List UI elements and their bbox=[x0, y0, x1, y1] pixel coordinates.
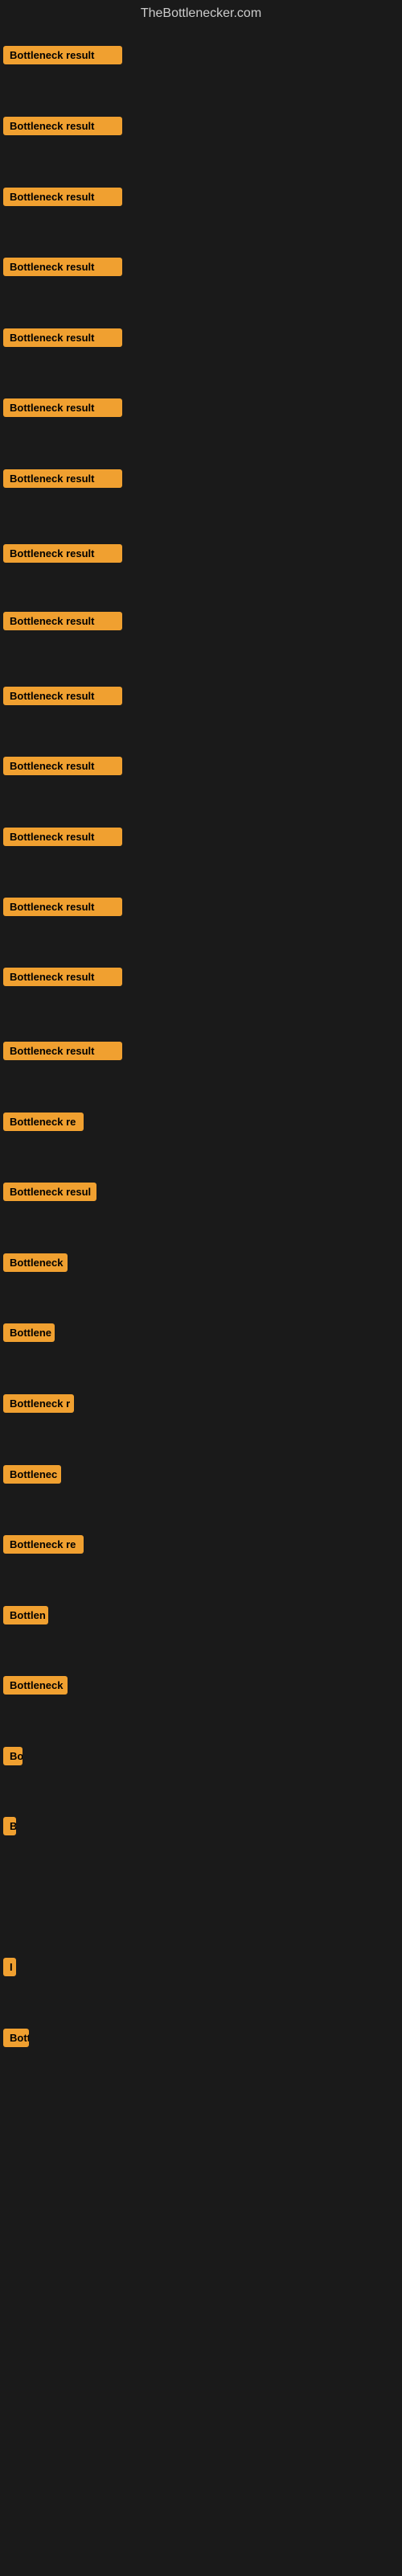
bottleneck-badge[interactable]: Bottlen bbox=[3, 1606, 48, 1624]
list-item: Bott bbox=[3, 2029, 29, 2051]
list-item: Bottleneck result bbox=[3, 898, 122, 920]
list-item: Bottleneck result bbox=[3, 188, 122, 210]
list-item: Bottleneck result bbox=[3, 687, 122, 709]
bottleneck-badge[interactable]: Bottlene bbox=[3, 1323, 55, 1342]
list-item: Bottleneck result bbox=[3, 258, 122, 280]
bottleneck-badge[interactable]: Bottleneck result bbox=[3, 188, 122, 206]
bottleneck-badge[interactable]: Bottleneck resul bbox=[3, 1183, 96, 1201]
bottleneck-badge[interactable]: Bottleneck bbox=[3, 1253, 68, 1272]
list-item: I bbox=[3, 1958, 16, 1980]
bottleneck-badge[interactable]: Bottlenec bbox=[3, 1465, 61, 1484]
bottleneck-badge[interactable]: Bottleneck result bbox=[3, 258, 122, 276]
list-item: Bottleneck resul bbox=[3, 1183, 96, 1205]
bottleneck-badge[interactable]: Bottleneck result bbox=[3, 117, 122, 135]
list-item: Bottleneck result bbox=[3, 469, 122, 492]
list-item: Bottleneck result bbox=[3, 968, 122, 990]
list-item: Bottleneck result bbox=[3, 544, 122, 567]
bottleneck-badge[interactable]: Bottleneck result bbox=[3, 328, 122, 347]
bottleneck-badge[interactable]: Bottleneck result bbox=[3, 46, 122, 64]
bottleneck-badge[interactable]: Bottleneck r bbox=[3, 1394, 74, 1413]
list-item: Bottleneck bbox=[3, 1676, 68, 1699]
list-item: Bottleneck result bbox=[3, 46, 122, 68]
list-item: Bo bbox=[3, 1747, 23, 1769]
bottleneck-badge[interactable]: Bo bbox=[3, 1747, 23, 1765]
bottleneck-badge[interactable]: Bottleneck result bbox=[3, 898, 122, 916]
bottleneck-badge[interactable]: I bbox=[3, 1958, 16, 1976]
bottleneck-badge[interactable]: Bottleneck result bbox=[3, 544, 122, 563]
list-item: Bottleneck result bbox=[3, 117, 122, 139]
bottleneck-badge[interactable]: B bbox=[3, 1817, 16, 1835]
bottleneck-badge[interactable]: Bottleneck bbox=[3, 1676, 68, 1695]
bottleneck-badge[interactable]: Bottleneck result bbox=[3, 1042, 122, 1060]
site-title: TheBottlenecker.com bbox=[0, 0, 402, 27]
bottleneck-badge[interactable]: Bottleneck result bbox=[3, 398, 122, 417]
list-item: B bbox=[3, 1817, 16, 1839]
list-item: Bottleneck result bbox=[3, 612, 122, 634]
list-item: Bottleneck result bbox=[3, 757, 122, 779]
list-item: Bottleneck re bbox=[3, 1535, 84, 1558]
bottleneck-badge[interactable]: Bottleneck result bbox=[3, 968, 122, 986]
list-item: Bottleneck re bbox=[3, 1113, 84, 1135]
list-item: Bottleneck result bbox=[3, 398, 122, 421]
bottleneck-badge[interactable]: Bottleneck result bbox=[3, 612, 122, 630]
bottleneck-badge[interactable]: Bottleneck re bbox=[3, 1535, 84, 1554]
list-item: Bottleneck result bbox=[3, 828, 122, 850]
list-item: Bottleneck bbox=[3, 1253, 68, 1276]
list-item: Bottleneck result bbox=[3, 328, 122, 351]
list-item: Bottlenec bbox=[3, 1465, 61, 1488]
list-item: Bottlen bbox=[3, 1606, 48, 1629]
list-item: Bottleneck r bbox=[3, 1394, 74, 1417]
bottleneck-badge[interactable]: Bottleneck result bbox=[3, 757, 122, 775]
bottleneck-badge[interactable]: Bottleneck re bbox=[3, 1113, 84, 1131]
list-item: Bottlene bbox=[3, 1323, 55, 1346]
bottleneck-badge[interactable]: Bott bbox=[3, 2029, 29, 2047]
bottleneck-badge[interactable]: Bottleneck result bbox=[3, 828, 122, 846]
bottleneck-badge[interactable]: Bottleneck result bbox=[3, 469, 122, 488]
bottleneck-badge[interactable]: Bottleneck result bbox=[3, 687, 122, 705]
list-item: Bottleneck result bbox=[3, 1042, 122, 1064]
